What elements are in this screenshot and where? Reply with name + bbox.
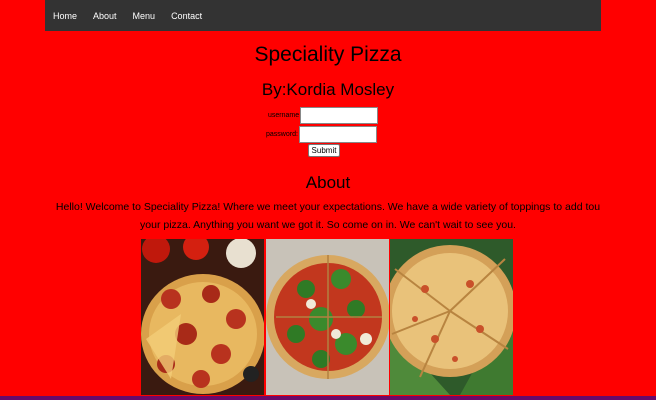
author-subtitle: By:Kordia Mosley: [261, 80, 395, 99]
page-title: Speciality Pizza: [254, 43, 402, 66]
username-input[interactable]: [300, 107, 379, 124]
bottom-edge-strip: [0, 396, 656, 400]
cheese-pizza-image: [390, 239, 513, 395]
pizza-gallery: [141, 239, 513, 395]
nav-home-link[interactable]: Home: [53, 11, 77, 21]
submit-button[interactable]: Submit: [308, 144, 340, 157]
about-paragraph: Hello! Welcome to Speciality Pizza! Wher…: [55, 201, 601, 231]
pepperoni-pizza-image: [141, 239, 264, 395]
about-heading: About: [305, 173, 351, 192]
nav-menu-link[interactable]: Menu: [133, 11, 156, 21]
page: Home About Menu Contact Speciality Pizza…: [0, 0, 656, 400]
nav-contact-link[interactable]: Contact: [171, 11, 202, 21]
password-row: password:: [266, 126, 377, 143]
password-label: password:: [266, 131, 298, 138]
nav-about-link[interactable]: About: [93, 11, 117, 21]
username-row: username: [268, 107, 379, 124]
password-input[interactable]: [298, 126, 377, 143]
username-label: username: [268, 112, 300, 119]
top-navbar: Home About Menu Contact: [45, 0, 601, 31]
arugula-pizza-image: [266, 239, 389, 395]
